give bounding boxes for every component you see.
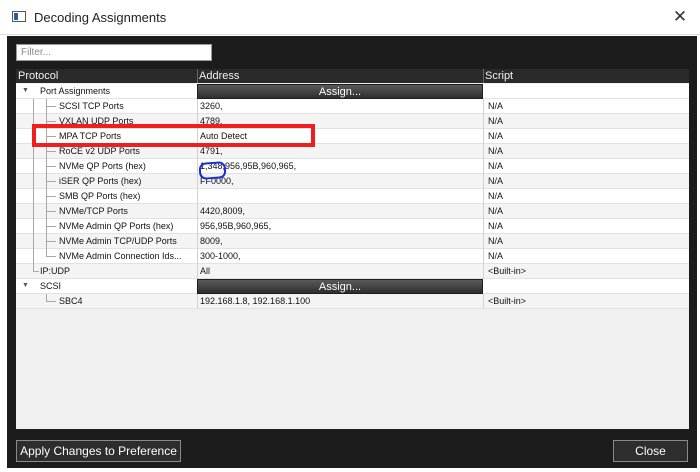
- table-row[interactable]: NVMe Admin TCP/UDP Ports 8009, N/A: [16, 234, 689, 249]
- dialog-body: Protocol Address Script ▼ Port Assignmen…: [7, 36, 697, 468]
- table-row-nvme-qp[interactable]: NVMe QP Ports (hex) 1,348,956,95B,960,96…: [16, 159, 689, 174]
- table-row[interactable]: SMB QP Ports (hex) N/A: [16, 189, 689, 204]
- assign-button[interactable]: Assign...: [197, 84, 483, 99]
- table-row[interactable]: MPA TCP Ports Auto Detect N/A: [16, 129, 689, 144]
- group-row-ipudp[interactable]: IP:UDP All <Built-in>: [16, 264, 689, 279]
- tree-guide-line: [46, 151, 56, 152]
- column-header-protocol[interactable]: Protocol: [18, 69, 58, 83]
- table-row-sbc4[interactable]: SBC4 192.168.1.8, 192.168.1.100 <Built-i…: [16, 294, 689, 309]
- tree-guide-line: [46, 256, 56, 257]
- tree-guide-line: [46, 241, 56, 242]
- column-header-script[interactable]: Script: [485, 69, 513, 83]
- column-header-address[interactable]: Address: [199, 69, 239, 83]
- table-row[interactable]: RoCE v2 UDP Ports 4791, N/A: [16, 144, 689, 159]
- apply-changes-button[interactable]: Apply Changes to Preference: [16, 440, 181, 462]
- table-row[interactable]: NVMe/TCP Ports 4420,8009, N/A: [16, 204, 689, 219]
- tree-guide-line: [46, 211, 56, 212]
- tree-guide-line: [46, 181, 56, 182]
- window-icon: [12, 11, 26, 22]
- tree-guide-line: [33, 99, 34, 272]
- tree-guide-line: [33, 271, 39, 272]
- tree-guide-line: [46, 99, 47, 257]
- tree-guide-line: [46, 121, 56, 122]
- title-bar: Decoding Assignments ✕: [0, 0, 700, 35]
- group-label: Port Assignments: [40, 86, 111, 96]
- tree-guide-line: [46, 301, 56, 302]
- tree-guide-line: [46, 136, 56, 137]
- tree-guide-line: [46, 196, 56, 197]
- collapse-arrow-icon[interactable]: ▼: [22, 87, 29, 94]
- collapse-arrow-icon[interactable]: ▼: [22, 282, 29, 289]
- table-header: Protocol Address Script: [16, 69, 689, 83]
- tree-guide-line: [46, 106, 56, 107]
- group-row-scsi[interactable]: ▼ SCSI Assign...: [16, 279, 689, 294]
- window-title: Decoding Assignments: [34, 10, 167, 25]
- table-row[interactable]: VXLAN UDP Ports 4789, N/A: [16, 114, 689, 129]
- table-row[interactable]: NVMe Admin QP Ports (hex) 956,95B,960,96…: [16, 219, 689, 234]
- tree-guide-line: [46, 166, 56, 167]
- tree-guide-line: [46, 226, 56, 227]
- table-row[interactable]: SCSI TCP Ports 3260, N/A: [16, 99, 689, 114]
- group-row-port-assignments[interactable]: ▼ Port Assignments Assign...: [16, 84, 689, 99]
- filter-input[interactable]: [16, 44, 212, 61]
- close-button[interactable]: Close: [613, 440, 688, 462]
- assignments-table: Protocol Address Script ▼ Port Assignmen…: [16, 69, 689, 429]
- close-icon[interactable]: ✕: [668, 6, 692, 28]
- table-row[interactable]: iSER QP Ports (hex) FF0000, N/A: [16, 174, 689, 189]
- table-row[interactable]: NVMe Admin Connection Ids... 300-1000, N…: [16, 249, 689, 264]
- assign-button-scsi[interactable]: Assign...: [197, 279, 483, 294]
